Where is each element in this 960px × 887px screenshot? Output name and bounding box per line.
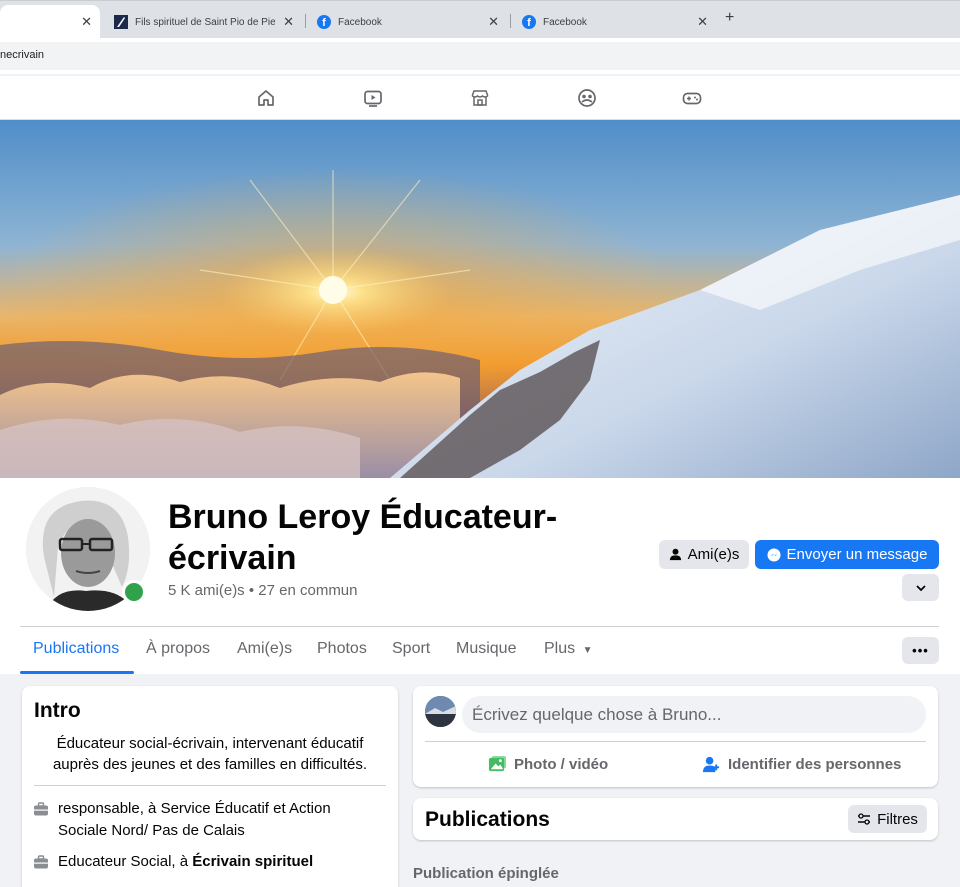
mutual-friends-count[interactable]: 5 K ami(e)s • 27 en commun	[168, 582, 358, 599]
tab-plus[interactable]: Plus ▼	[544, 640, 592, 658]
video-icon[interactable]	[363, 88, 383, 108]
address-bar: necrivain	[0, 38, 960, 74]
cover-image	[0, 120, 960, 478]
briefcase-icon	[34, 802, 48, 816]
messenger-icon	[767, 548, 781, 561]
publications-title: Publications	[425, 808, 550, 831]
groups-icon[interactable]	[577, 88, 597, 108]
chevron-down-icon	[915, 584, 926, 591]
active-tab-indicator	[20, 671, 134, 674]
post-composer-input[interactable]: Écrivez quelque chose à Bruno...	[462, 696, 926, 733]
facebook-favicon-icon: f	[317, 15, 331, 29]
friends-button[interactable]: Ami(e)s	[659, 540, 749, 569]
home-icon[interactable]	[256, 88, 276, 108]
photo-video-button[interactable]: Photo / vidéo	[488, 755, 608, 774]
tab-amis[interactable]: Ami(e)s	[237, 640, 292, 658]
tag-person-icon	[702, 756, 720, 773]
site-favicon-icon	[114, 15, 128, 29]
intro-bio: Éducateur social-écrivain, intervenant é…	[52, 735, 368, 773]
ellipsis-icon: •••	[912, 643, 929, 658]
filters-button[interactable]: Filtres	[848, 805, 927, 833]
person-icon	[669, 548, 681, 561]
tag-people-button[interactable]: Identifier des personnes	[702, 755, 901, 774]
url-field[interactable]: necrivain	[0, 42, 960, 70]
browser-tab-strip: ✕ Fils spirituel de Saint Pio de Pie ✕ f…	[0, 0, 960, 39]
close-tab-icon[interactable]: ✕	[697, 14, 708, 30]
facebook-top-nav	[0, 76, 960, 120]
facebook-favicon-icon: f	[522, 15, 536, 29]
pinned-post-label: Publication épinglée	[413, 865, 559, 882]
intro-title: Intro	[34, 699, 81, 722]
tab-publications[interactable]: Publications	[33, 640, 119, 658]
profile-name: Bruno Leroy Éducateur-écrivain	[168, 498, 558, 577]
close-tab-icon[interactable]: ✕	[488, 14, 499, 30]
composer-avatar[interactable]	[425, 696, 456, 727]
new-tab-icon[interactable]: +	[725, 9, 734, 27]
tab-musique[interactable]: Musique	[456, 640, 516, 658]
marketplace-icon[interactable]	[470, 88, 490, 108]
profile-more-button[interactable]: •••	[902, 637, 939, 664]
online-status-indicator	[122, 580, 146, 604]
browser-tab[interactable]: Fils spirituel de Saint Pio de Pie ✕	[102, 5, 302, 39]
send-message-button[interactable]: Envoyer un message	[755, 540, 939, 569]
avatar-image	[425, 696, 456, 727]
photo-icon	[488, 755, 507, 772]
tab-a-propos[interactable]: À propos	[146, 640, 210, 658]
gaming-icon[interactable]	[682, 88, 702, 108]
close-tab-icon[interactable]: ✕	[283, 14, 294, 30]
caret-down-icon: ▼	[582, 645, 593, 656]
browser-tab-facebook[interactable]: f Facebook ✕	[305, 5, 507, 39]
close-tab-icon[interactable]: ✕	[81, 14, 92, 30]
sliders-icon	[858, 813, 871, 825]
work-item: responsable, à Service Éducatif et Actio…	[33, 798, 363, 842]
tab-photos[interactable]: Photos	[317, 640, 367, 658]
browser-tab-facebook[interactable]: f Facebook ✕	[510, 5, 716, 39]
briefcase-icon	[34, 855, 48, 869]
browser-tab-active[interactable]: ✕	[0, 5, 100, 39]
workplace-link[interactable]: Écrivain spirituel	[192, 853, 313, 870]
tab-sport[interactable]: Sport	[392, 640, 430, 658]
work-item: Educateur Social, à Écrivain spirituel	[33, 851, 363, 873]
more-options-dropdown[interactable]	[902, 574, 939, 601]
cover-photo[interactable]	[0, 120, 960, 478]
